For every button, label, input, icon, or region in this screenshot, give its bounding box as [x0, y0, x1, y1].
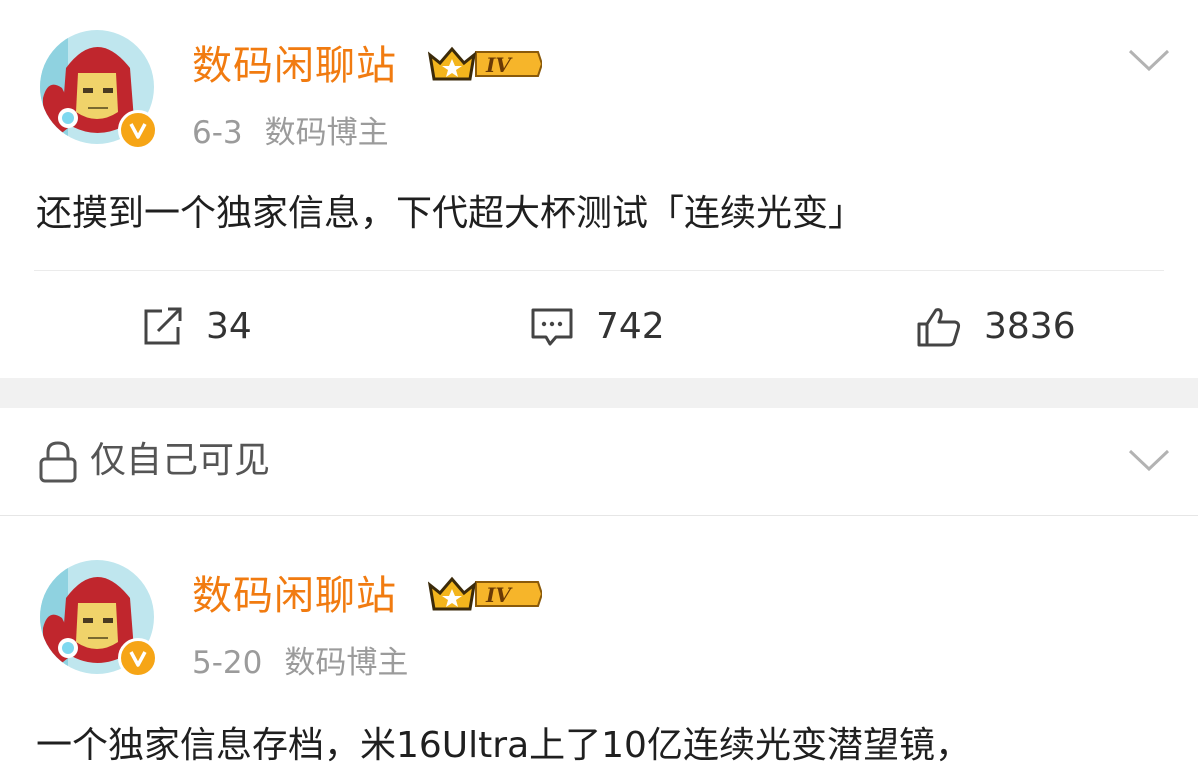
verified-v-icon: [118, 110, 158, 150]
author-name[interactable]: 数码闲聊站: [192, 576, 397, 616]
feed-separator: [0, 378, 1198, 408]
comment-count: 742: [596, 306, 665, 347]
visibility-label: 仅自己可见: [90, 440, 271, 481]
post-meta: 5-20 数码博主: [192, 648, 408, 679]
repost-button[interactable]: 34: [142, 305, 252, 349]
divider: [34, 270, 1164, 271]
post-text[interactable]: 一个独家信息存档，米16Ultra上了10亿连续光变潜望镜，: [36, 728, 971, 764]
lock-icon: [39, 441, 77, 483]
author-name[interactable]: 数码闲聊站: [192, 46, 397, 86]
author-role: 数码博主: [264, 115, 389, 151]
level-badge-text: IV: [485, 583, 513, 607]
thumbs-up-icon: [917, 308, 961, 347]
verified-v-icon: [118, 638, 158, 678]
post-card: 数码闲聊站 IV 5-20 数码博主 一个独家信息存档，米16Ultra上了10亿…: [0, 516, 1198, 777]
post-date: 6-3: [192, 115, 243, 151]
post-card: 数码闲聊站 IV 6-3 数码博主 还摸到一个独家信息，下代超大杯测试「连续光变」…: [0, 0, 1198, 378]
author-role: 数码博主: [284, 645, 409, 681]
post-meta: 6-3 数码博主: [192, 118, 389, 149]
like-count: 3836: [984, 306, 1076, 347]
post-date: 5-20: [192, 645, 263, 681]
private-visibility-row[interactable]: 仅自己可见: [0, 408, 1198, 516]
repost-count: 34: [206, 306, 252, 347]
post-text[interactable]: 还摸到一个独家信息，下代超大杯测试「连续光变」: [36, 196, 864, 232]
comment-button[interactable]: 742: [530, 305, 665, 349]
like-button[interactable]: 3836: [916, 305, 1076, 349]
crown-icon: IV: [428, 576, 542, 611]
chevron-down-icon[interactable]: [1128, 448, 1170, 472]
weibo-feed: 数码闲聊站 IV 6-3 数码博主 还摸到一个独家信息，下代超大杯测试「连续光变」…: [0, 0, 1198, 777]
level-badge-text: IV: [485, 53, 513, 77]
share-icon: [144, 307, 182, 345]
comment-icon: [531, 308, 573, 346]
chevron-down-icon[interactable]: [1128, 48, 1170, 72]
crown-icon: IV: [428, 46, 542, 81]
